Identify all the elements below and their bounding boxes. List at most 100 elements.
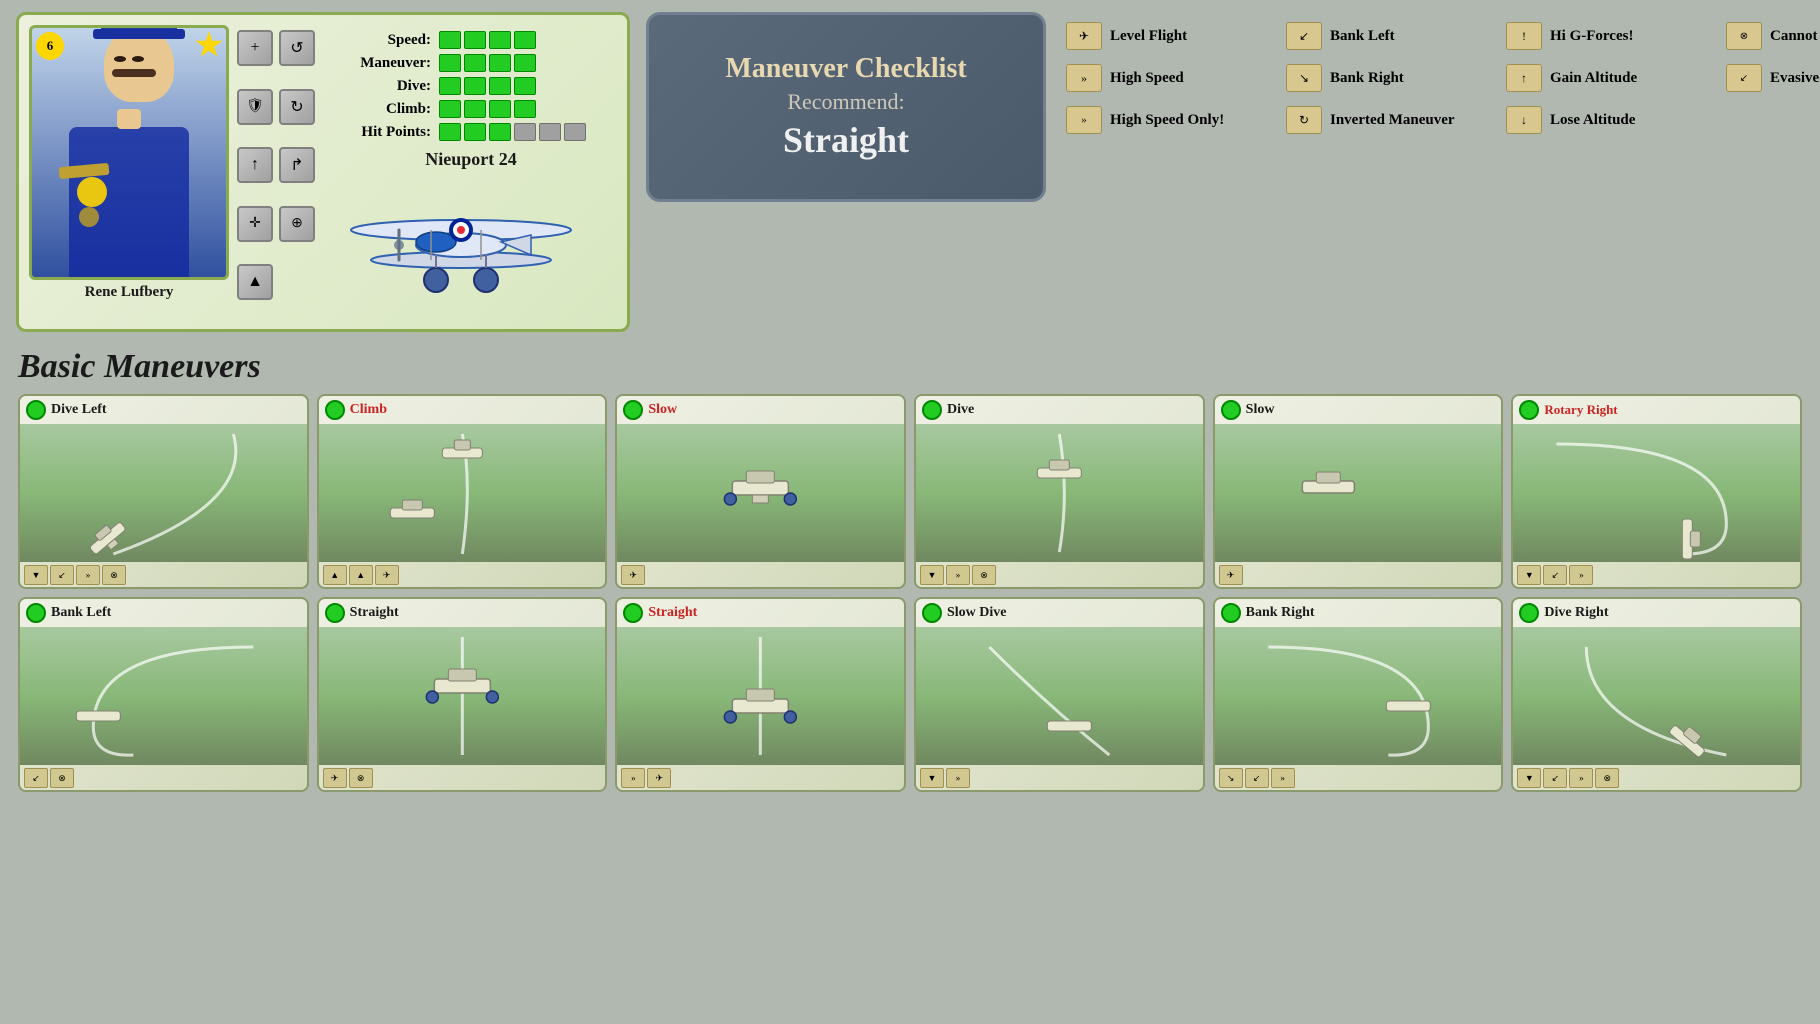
maneuver-card-bank-right[interactable]: Bank Right ↘ ↙ » — [1213, 597, 1504, 792]
maneuver-card-climb[interactable]: Climb ▲ — [317, 394, 608, 589]
maneuver-card-dive-left[interactable]: Dive Left ▼ ↙ » ⊗ — [18, 394, 309, 589]
slow-dive-indicator — [922, 603, 942, 623]
tag: ▼ — [24, 565, 48, 585]
maneuver-card-straight-2[interactable]: Straight » ✈ — [615, 597, 906, 792]
tag: » — [76, 565, 100, 585]
inverted-icon: ↻ — [1286, 106, 1322, 134]
icon-lose-altitude: ↓ Lose Altitude — [1506, 106, 1726, 134]
slow2-indicator — [1221, 400, 1241, 420]
checklist-title: Maneuver Checklist — [725, 53, 966, 85]
add-button[interactable]: + — [237, 30, 273, 66]
plane-name: Nieuport 24 — [331, 149, 611, 170]
maneuver-row-2: Bank Left ↙ ⊗ — [18, 597, 1802, 792]
slow2-title: Slow — [1246, 402, 1275, 418]
dive-right-indicator — [1519, 603, 1539, 623]
icon-high-speed-only: » High Speed Only! — [1066, 106, 1286, 134]
level-flight-icon: ✈ — [1066, 22, 1102, 50]
maneuver-card-dive-right[interactable]: Dive Right ▼ ↙ » ⊗ — [1511, 597, 1802, 792]
icon-bank-left: ↙ Bank Left — [1286, 22, 1506, 50]
icon-cannot-shoot: ⊗ Cannot Shoot! — [1726, 22, 1820, 50]
icon-level-flight: ✈ Level Flight — [1066, 22, 1286, 50]
icon-bank-right: ↘ Bank Right — [1286, 64, 1506, 92]
plane-image — [331, 176, 611, 313]
tag: » — [1569, 565, 1593, 585]
shield-button[interactable]: 🛡 — [237, 89, 273, 125]
straight2-indicator — [623, 603, 643, 623]
tag: ↙ — [50, 565, 74, 585]
tag: ✈ — [375, 565, 399, 585]
climb-label: Climb: — [331, 101, 431, 118]
tag: » — [946, 565, 970, 585]
dive-left-title: Dive Left — [51, 402, 107, 418]
tag: » — [1569, 768, 1593, 788]
cannot-shoot-icon: ⊗ — [1726, 22, 1762, 50]
tag: ⊗ — [972, 565, 996, 585]
rotary-right-indicator — [1519, 400, 1539, 420]
undo-button[interactable]: ↺ — [279, 30, 315, 66]
bank-right-icon: ↘ — [1286, 64, 1322, 92]
maneuver-label: Maneuver: — [331, 55, 431, 72]
hitpoints-label: Hit Points: — [331, 124, 431, 141]
icon-high-speed: » High Speed — [1066, 64, 1286, 92]
tag: ↙ — [1543, 768, 1567, 788]
checklist-recommend-value: Straight — [783, 119, 909, 161]
tag: » — [1271, 768, 1295, 788]
move-button[interactable]: ✛ — [237, 206, 273, 242]
maneuver-card-slow-1[interactable]: Slow ✈ — [615, 394, 906, 589]
slow1-indicator — [623, 400, 643, 420]
maneuver-card-bank-left[interactable]: Bank Left ↙ ⊗ — [18, 597, 309, 792]
tag: » — [946, 768, 970, 788]
dive-title: Dive — [947, 402, 974, 418]
rotary-right-title: Rotary Right — [1544, 402, 1617, 418]
tag: ✈ — [1219, 565, 1243, 585]
tag: ▼ — [1517, 565, 1541, 585]
maneuver-card-straight-1[interactable]: Straight ✈ ⊗ — [317, 597, 608, 792]
hi-g-forces-icon: ! — [1506, 22, 1542, 50]
tag: ▲ — [349, 565, 373, 585]
icon-hi-g-forces: ! Hi G-Forces! — [1506, 22, 1726, 50]
slow1-title: Slow — [648, 402, 677, 418]
up-button[interactable]: ↑ — [237, 147, 273, 183]
dive-left-indicator — [26, 400, 46, 420]
climb-title: Climb — [350, 402, 387, 418]
tag: ↙ — [1543, 565, 1567, 585]
dive-label: Dive: — [331, 78, 431, 95]
maneuver-card-dive[interactable]: Dive ▼ » ⊗ — [914, 394, 1205, 589]
action-buttons: + ↺ 🛡 ↻ ↑ ↱ ✛ ⊕ ▲ — [237, 25, 317, 319]
tag: ↘ — [1219, 768, 1243, 788]
tag: ✈ — [323, 768, 347, 788]
tag: ↙ — [1245, 768, 1269, 788]
checklist-recommend-label: Recommend: — [787, 89, 904, 115]
bank-right-indicator2 — [1221, 603, 1241, 623]
icon-gain-altitude: ↑ Gain Altitude — [1506, 64, 1726, 92]
dive-indicator — [922, 400, 942, 420]
speed-label: Speed: — [331, 32, 431, 49]
tag: ⊗ — [102, 565, 126, 585]
redo-button[interactable]: ↻ — [279, 89, 315, 125]
straight2-title: Straight — [648, 605, 697, 621]
icon-evasive: ↙ Evasive Maneuver! — [1726, 64, 1820, 92]
maneuver-card-slow-dive[interactable]: Slow Dive ▼ » — [914, 597, 1205, 792]
tag: ⊗ — [1595, 768, 1619, 788]
maneuver-icons-area: ✈ Level Flight ↙ Bank Left ! Hi G-Forces… — [1066, 12, 1820, 134]
basic-maneuvers-section: Basic Maneuvers Dive Left — [0, 344, 1820, 796]
straight1-indicator — [325, 603, 345, 623]
climb-indicator — [325, 400, 345, 420]
pilot-portrait: 6 Rene Lufbery — [29, 25, 229, 305]
tag: » — [621, 768, 645, 788]
target-button[interactable]: ⊕ — [279, 206, 315, 242]
pilot-name: Rene Lufbery — [29, 280, 229, 301]
dive-right-title: Dive Right — [1544, 605, 1608, 621]
maneuver-card-slow-2[interactable]: Slow ✈ — [1213, 394, 1504, 589]
straight1-title: Straight — [350, 605, 399, 621]
tag: ▲ — [323, 565, 347, 585]
pilot-card: 6 Rene Lufbery + ↺ 🛡 ↻ ↑ ↱ ✛ ⊕ ▲ — [16, 12, 630, 332]
tag: ▼ — [920, 768, 944, 788]
bank-left-icon: ↙ — [1286, 22, 1322, 50]
spade-button[interactable]: ▲ — [237, 264, 273, 300]
maneuver-card-rotary-right[interactable]: Rotary Right ▼ ↙ » — [1511, 394, 1802, 589]
tag: ⊗ — [349, 768, 373, 788]
bank-left-title: Bank Left — [51, 605, 111, 621]
right-panel: Maneuver Checklist Recommend: Straight ✈… — [646, 12, 1820, 202]
turn-button[interactable]: ↱ — [279, 147, 315, 183]
